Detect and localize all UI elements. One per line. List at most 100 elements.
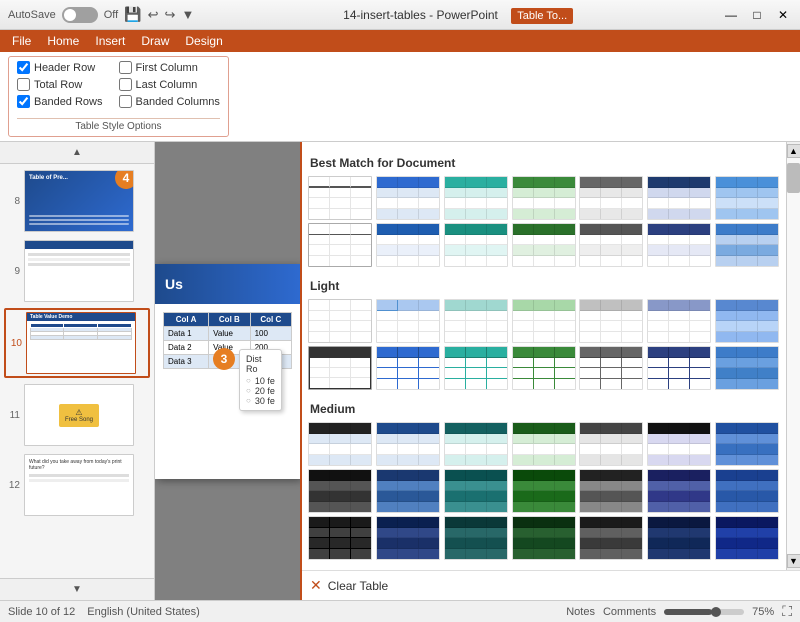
style-item-m10[interactable]: [444, 469, 508, 513]
slide-item-12[interactable]: 12 What did you take away from today's p…: [4, 452, 150, 518]
style-item-m20[interactable]: [647, 516, 711, 560]
style-item-l5[interactable]: [579, 299, 643, 343]
style-item-m2[interactable]: [376, 422, 440, 466]
save-icon[interactable]: 💾: [124, 6, 141, 23]
menu-file[interactable]: File: [4, 32, 39, 50]
style-item-m21[interactable]: [715, 516, 779, 560]
customize-icon[interactable]: ▼: [181, 7, 194, 22]
header-row-checkbox-label[interactable]: Header Row: [17, 61, 103, 74]
style-item-m11[interactable]: [512, 469, 576, 513]
style-item-m17[interactable]: [444, 516, 508, 560]
banded-columns-checkbox[interactable]: [119, 95, 132, 108]
minimize-button[interactable]: —: [722, 6, 740, 24]
style-item-l1[interactable]: [308, 299, 372, 343]
menu-bar: File Home Insert Draw Design: [0, 30, 800, 52]
first-column-checkbox-label[interactable]: First Column: [119, 61, 220, 74]
style-item-l4[interactable]: [512, 299, 576, 343]
style-item-m6[interactable]: [647, 422, 711, 466]
style-item-bm3[interactable]: [444, 176, 508, 220]
style-item-l3[interactable]: [444, 299, 508, 343]
style-item-l8[interactable]: [308, 346, 372, 390]
scroll-thumb[interactable]: [787, 163, 800, 193]
style-item-m7[interactable]: [715, 422, 779, 466]
slide-item-10[interactable]: 10 Table Value Demo: [4, 308, 150, 378]
checkboxes-left: Header Row Total Row Banded Rows: [17, 61, 103, 108]
style-item-bm5[interactable]: [579, 176, 643, 220]
style-item-l2[interactable]: [376, 299, 440, 343]
slide-num-11: 11: [6, 410, 20, 421]
banded-columns-checkbox-label[interactable]: Banded Columns: [119, 95, 220, 108]
style-item-m14[interactable]: [715, 469, 779, 513]
banded-rows-checkbox-label[interactable]: Banded Rows: [17, 95, 103, 108]
style-item-m19[interactable]: [579, 516, 643, 560]
style-item-bm12[interactable]: [579, 223, 643, 267]
style-item-m13[interactable]: [647, 469, 711, 513]
style-item-m12[interactable]: [579, 469, 643, 513]
ribbon-tab-badge[interactable]: Table To...: [511, 8, 573, 24]
zoom-thumb[interactable]: [711, 607, 721, 617]
clear-table-label[interactable]: Clear Table: [328, 579, 388, 593]
style-item-m16[interactable]: [376, 516, 440, 560]
style-item-bm1[interactable]: [308, 176, 372, 220]
slide-item-9[interactable]: 9: [4, 238, 150, 304]
style-item-bm13[interactable]: [647, 223, 711, 267]
style-item-l6[interactable]: [647, 299, 711, 343]
style-item-m18[interactable]: [512, 516, 576, 560]
scroll-down-styles[interactable]: ▼: [787, 554, 800, 568]
close-button[interactable]: ✕: [774, 6, 792, 24]
style-item-m3[interactable]: [444, 422, 508, 466]
style-item-l13[interactable]: [647, 346, 711, 390]
menu-home[interactable]: Home: [39, 32, 87, 50]
menu-design[interactable]: Design: [177, 32, 230, 50]
style-item-m8[interactable]: [308, 469, 372, 513]
undo-button[interactable]: ↩: [148, 7, 159, 23]
header-row-checkbox[interactable]: [17, 61, 30, 74]
scroll-up-styles[interactable]: ▲: [787, 144, 800, 158]
slide-num-9: 9: [6, 266, 20, 277]
style-item-bm2[interactable]: [376, 176, 440, 220]
slide-item-11[interactable]: 11 ⚠ Free Song: [4, 382, 150, 448]
style-item-l12[interactable]: [579, 346, 643, 390]
style-item-bm7[interactable]: [715, 176, 779, 220]
clear-table-icon: ✕: [310, 577, 322, 594]
style-item-bm9[interactable]: [376, 223, 440, 267]
style-item-l9[interactable]: [376, 346, 440, 390]
total-row-checkbox-label[interactable]: Total Row: [17, 78, 103, 91]
style-item-m9[interactable]: [376, 469, 440, 513]
first-column-checkbox[interactable]: [119, 61, 132, 74]
style-item-bm4[interactable]: [512, 176, 576, 220]
style-item-m1[interactable]: [308, 422, 372, 466]
style-item-l11[interactable]: [512, 346, 576, 390]
style-item-bm6[interactable]: [647, 176, 711, 220]
redo-button[interactable]: ↪: [165, 7, 176, 23]
style-item-m4[interactable]: [512, 422, 576, 466]
style-item-m5[interactable]: [579, 422, 643, 466]
medium-grid: [308, 422, 780, 560]
clear-table-row[interactable]: ✕ Clear Table: [302, 570, 800, 600]
menu-draw[interactable]: Draw: [133, 32, 177, 50]
notes-button[interactable]: Notes: [566, 606, 595, 618]
total-row-checkbox[interactable]: [17, 78, 30, 91]
section-best-match-title: Best Match for Document: [308, 152, 780, 176]
comments-button[interactable]: Comments: [603, 606, 656, 618]
style-item-bm10[interactable]: [444, 223, 508, 267]
scroll-down-btn[interactable]: ▼: [72, 584, 82, 595]
scroll-track[interactable]: [787, 158, 800, 554]
fit-slide-button[interactable]: ⛶: [782, 603, 792, 620]
autosave-toggle[interactable]: [62, 7, 98, 23]
style-item-bm14[interactable]: [715, 223, 779, 267]
style-item-bm8[interactable]: [308, 223, 372, 267]
styles-content[interactable]: Best Match for Document: [302, 142, 786, 570]
maximize-button[interactable]: □: [748, 6, 766, 24]
style-item-bm11[interactable]: [512, 223, 576, 267]
slide-item-8[interactable]: 8 Table of Pre... 4: [4, 168, 150, 234]
last-column-checkbox-label[interactable]: Last Column: [119, 78, 220, 91]
style-item-l14[interactable]: [715, 346, 779, 390]
scroll-up-btn[interactable]: ▲: [72, 147, 82, 158]
banded-rows-checkbox[interactable]: [17, 95, 30, 108]
style-item-l10[interactable]: [444, 346, 508, 390]
last-column-checkbox[interactable]: [119, 78, 132, 91]
style-item-l7[interactable]: [715, 299, 779, 343]
menu-insert[interactable]: Insert: [87, 32, 133, 50]
style-item-m15[interactable]: [308, 516, 372, 560]
